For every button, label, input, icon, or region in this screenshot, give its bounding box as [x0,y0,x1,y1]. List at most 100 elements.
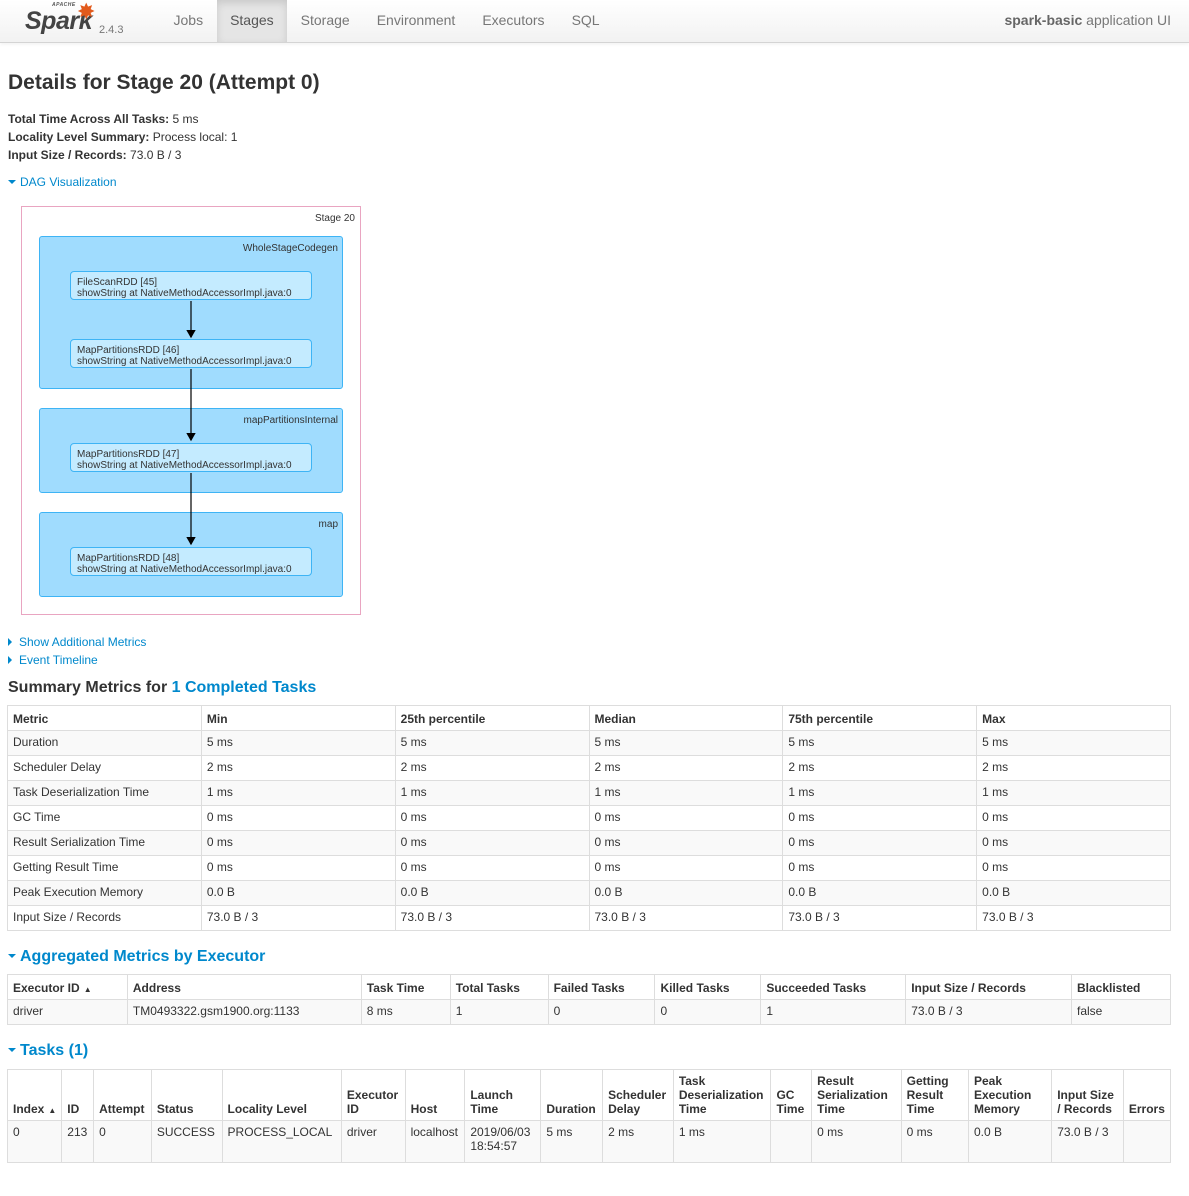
column-header-peak-execution-memory[interactable]: Peak Execution Memory [967,1069,1053,1121]
cell-id: 213 [61,1120,95,1163]
column-header-duration[interactable]: Duration [540,1069,604,1121]
column-header-label: Host [410,1102,438,1116]
completed-tasks-link[interactable]: 1 Completed Tasks [172,679,317,696]
cell-75th-percentile: 73.0 B / 3 [782,905,978,931]
top-navbar: APACHE Spark ✸ 2.4.3 Jobs Stages Storage En… [0,0,1189,43]
column-header-25th-percentile[interactable]: 25th percentile [394,705,590,731]
column-header-succeeded-tasks[interactable]: Succeeded Tasks [760,974,907,1000]
column-header-label: Task Deserialization Time [678,1074,764,1116]
cell-metric: Peak Execution Memory [7,880,202,906]
table-row: Getting Result Time 0 ms 0 ms 0 ms 0 ms 0 ms [7,855,1171,881]
column-header-label: Attempt [99,1102,145,1116]
cell-locality-level: PROCESS_LOCAL [221,1120,342,1163]
page-title: Details for Stage 20 (Attempt 0) [8,71,320,94]
sort-ascending-icon: ▲ [83,985,92,994]
column-header-killed-tasks[interactable]: Killed Tasks [654,974,762,1000]
additional-metrics-label: Show Additional Metrics [19,635,147,649]
nav-tabs: Jobs Stages Storage Environment Executors SQL [160,0,613,43]
tab-sql[interactable]: SQL [558,0,613,42]
event-timeline-toggle[interactable]: Event Timeline [8,653,98,667]
column-header-min[interactable]: Min [200,705,396,731]
cell-blacklisted: false [1070,999,1172,1025]
cell-succeeded-tasks: 1 [760,999,907,1025]
cell-max: 0 ms [976,855,1171,881]
column-header-task-time[interactable]: Task Time [360,974,451,1000]
cell-metric: Getting Result Time [7,855,202,881]
input-size-value: 73.0 B / 3 [126,148,182,162]
column-header-index[interactable]: Index ▲ [6,1069,63,1121]
column-header-address[interactable]: Address [126,974,362,1000]
column-header-task-deserialization-time[interactable]: Task Deserialization Time [672,1069,772,1121]
column-header-launch-time[interactable]: Launch Time [464,1069,542,1121]
cell-25th-percentile: 0 ms [394,830,590,856]
column-header-executor-id[interactable]: Executor ID [340,1069,406,1121]
tab-jobs[interactable]: Jobs [160,0,217,42]
column-header-label: Input Size / Records [1057,1088,1114,1116]
column-header-label: Killed Tasks [660,981,730,995]
column-header-75th-percentile[interactable]: 75th percentile [782,705,978,731]
locality-value: Process local: 1 [149,130,238,144]
column-header-attempt[interactable]: Attempt [93,1069,152,1121]
tab-environment[interactable]: Environment [363,0,469,42]
table-row: 0 213 0 SUCCESS PROCESS_LOCAL driver localhost… [6,1120,1172,1163]
column-header-label: Result Serialization Time [817,1074,888,1116]
cell-killed-tasks: 0 [654,999,762,1025]
column-header-label: Launch Time [470,1088,513,1116]
aggregated-metrics-toggle[interactable]: Aggregated Metrics by Executor [8,948,265,966]
column-header-failed-tasks[interactable]: Failed Tasks [547,974,656,1000]
cell-25th-percentile: 2 ms [394,755,590,781]
tasks-heading: Tasks (1) [20,1042,89,1059]
dag-visualization-toggle[interactable]: DAG Visualization [8,175,117,189]
column-header-median[interactable]: Median [588,705,784,731]
column-header-input-size-records[interactable]: Input Size / Records [1051,1069,1124,1121]
table-row: Task Deserialization Time 1 ms 1 ms 1 ms 1 m… [7,780,1171,806]
cell-median: 5 ms [588,730,784,756]
cell-25th-percentile: 1 ms [394,780,590,806]
column-header-max[interactable]: Max [976,705,1171,731]
column-header-metric[interactable]: Metric [7,705,202,731]
summary-metrics-table: Metric Min 25th percentile Median 75th perce… [7,705,1171,931]
event-timeline-label: Event Timeline [19,653,98,667]
summary-metrics-heading: Summary Metrics for 1 Completed Tasks [8,679,316,697]
column-header-status[interactable]: Status [150,1069,223,1121]
table-row: Result Serialization Time 0 ms 0 ms 0 ms 0 m… [7,830,1171,856]
column-header-host[interactable]: Host [404,1069,466,1121]
column-header-label: GC Time [776,1088,805,1116]
column-header-result-serialization-time[interactable]: Result Serialization Time [811,1069,902,1121]
tab-storage[interactable]: Storage [287,0,363,42]
column-header-id[interactable]: ID [61,1069,95,1121]
tasks-toggle[interactable]: Tasks (1) [8,1042,88,1060]
cell-median: 0 ms [588,805,784,831]
total-time-summary: Total Time Across All Tasks: 5 ms [8,112,199,126]
table-row: driver TM0493322.gsm1900.org:1133 8 ms 1 0 0 1… [7,999,1172,1025]
column-header-gc-time[interactable]: GC Time [770,1069,813,1121]
cell-max: 73.0 B / 3 [976,905,1171,931]
column-header-getting-result-time[interactable]: Getting Result Time [900,1069,969,1121]
sort-ascending-icon: ▲ [48,1106,57,1115]
app-name: spark-basic [1004,12,1083,28]
spark-logo[interactable]: APACHE Spark ✸ 2.4.3 [22,0,132,40]
caret-down-icon [8,953,16,958]
cell-min: 0.0 B [200,880,396,906]
caret-right-icon [8,655,12,664]
column-header-executor-id[interactable]: Executor ID ▲ [7,974,128,1000]
column-header-blacklisted[interactable]: Blacklisted [1070,974,1172,1000]
column-header-total-tasks[interactable]: Total Tasks [449,974,549,1000]
caret-down-icon [8,179,16,184]
dag-stage-box: Stage 20 WholeStageCodegen FileScanRDD [… [21,206,361,615]
show-additional-metrics-toggle[interactable]: Show Additional Metrics [8,635,146,649]
tab-stages[interactable]: Stages [216,0,288,42]
column-header-scheduler-delay[interactable]: Scheduler Delay [602,1069,674,1121]
column-header-label: Status [156,1102,194,1116]
cell-launch-time: 2019/06/03 18:54:57 [464,1120,542,1163]
column-header-input-size-records[interactable]: Input Size / Records [905,974,1072,1000]
cell-median: 0 ms [588,855,784,881]
tab-executors[interactable]: Executors [469,0,558,42]
column-header-label: Peak Execution Memory [973,1074,1032,1116]
column-header-locality-level[interactable]: Locality Level [221,1069,342,1121]
column-header-label: Succeeded Tasks [766,981,867,995]
table-row: Peak Execution Memory 0.0 B 0.0 B 0.0 B 0.0 … [7,880,1171,906]
column-header-errors[interactable]: Errors [1122,1069,1172,1121]
cell-75th-percentile: 0.0 B [782,880,978,906]
column-header-label: Input Size / Records [911,981,1026,995]
